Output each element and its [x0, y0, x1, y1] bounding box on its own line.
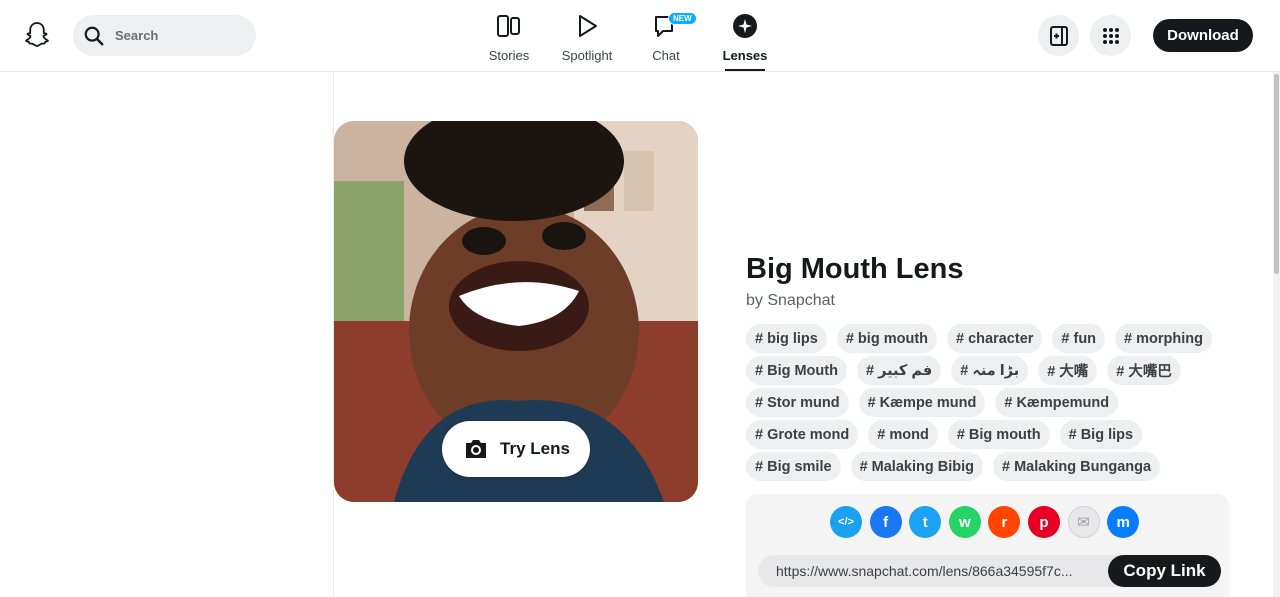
- add-to-chat-button[interactable]: [1038, 15, 1079, 56]
- new-badge: NEW: [668, 12, 697, 25]
- snapchat-logo-icon[interactable]: [22, 20, 52, 50]
- tag[interactable]: # character: [947, 324, 1043, 353]
- grid-icon: [1102, 27, 1119, 44]
- tag[interactable]: # Big Mouth: [746, 356, 847, 385]
- download-button[interactable]: Download: [1153, 19, 1253, 52]
- tag-row: # Big Mouth # فم كبير # بڑا منہ # 大嘴 # 大…: [746, 356, 1246, 385]
- share-link-text: https://www.snapchat.com/lens/866a34595f…: [776, 563, 1073, 579]
- copy-link-button[interactable]: Copy Link: [1108, 555, 1221, 587]
- tag-list: # big lips # big mouth # character # fun…: [746, 324, 1246, 484]
- tag[interactable]: # Kæmpemund: [995, 388, 1119, 417]
- try-lens-label: Try Lens: [500, 439, 570, 458]
- lens-title: Big Mouth Lens: [746, 253, 964, 285]
- camera-icon: [466, 440, 487, 458]
- active-tab-indicator: [725, 69, 765, 71]
- tag-row: # Grote mond # mond # Big mouth # Big li…: [746, 420, 1246, 449]
- tag-row: # Big smile # Malaking Bibig # Malaking …: [746, 452, 1246, 481]
- top-navbar: Search Stories Spotlight NEW Chat Lenses…: [0, 0, 1280, 72]
- share-panel: </> f t w r p ✉ m https://www.snapchat.c…: [746, 494, 1229, 597]
- spotlight-icon: [579, 15, 597, 37]
- tag[interactable]: # Malaking Bunganga: [992, 452, 1161, 481]
- tag[interactable]: # Big lips: [1059, 420, 1143, 449]
- tag[interactable]: # Big mouth: [947, 420, 1050, 449]
- twitter-icon[interactable]: t: [909, 506, 942, 538]
- tag[interactable]: # fun: [1052, 324, 1106, 353]
- nav-chat-label: Chat: [652, 48, 680, 63]
- nav-chat[interactable]: NEW Chat: [626, 12, 706, 70]
- nav-lenses-label: Lenses: [722, 48, 768, 63]
- reddit-icon[interactable]: r: [988, 506, 1021, 538]
- sidebar-toggle-icon: [1049, 25, 1068, 46]
- tag[interactable]: # 大嘴巴: [1107, 356, 1181, 385]
- tag[interactable]: # Stor mund: [746, 388, 849, 417]
- lenses-icon: [733, 14, 757, 38]
- tag-row: # Stor mund # Kæmpe mund # Kæmpemund: [746, 388, 1246, 417]
- email-icon[interactable]: ✉: [1067, 506, 1100, 538]
- tag[interactable]: # big lips: [746, 324, 827, 353]
- tag[interactable]: # فم كبير: [856, 356, 942, 385]
- tag[interactable]: # Malaking Bibig: [850, 452, 983, 481]
- tag[interactable]: # mond: [868, 420, 938, 449]
- nav-spotlight[interactable]: Spotlight: [547, 12, 627, 70]
- scrollbar-thumb[interactable]: [1274, 74, 1279, 274]
- search-bar[interactable]: Search: [73, 15, 256, 56]
- nav-lenses[interactable]: Lenses: [705, 12, 785, 71]
- search-placeholder: Search: [115, 28, 159, 43]
- lens-preview[interactable]: Try Lens: [334, 121, 698, 502]
- share-link-field[interactable]: https://www.snapchat.com/lens/866a34595f…: [758, 555, 1221, 587]
- messenger-icon[interactable]: m: [1107, 506, 1140, 538]
- lens-author[interactable]: by Snapchat: [746, 292, 835, 310]
- nav-spotlight-label: Spotlight: [561, 48, 613, 63]
- tag[interactable]: # Big smile: [746, 452, 841, 481]
- facebook-icon[interactable]: f: [869, 506, 902, 538]
- apps-menu-button[interactable]: [1090, 15, 1131, 56]
- try-lens-button[interactable]: Try Lens: [442, 421, 590, 477]
- pinterest-icon[interactable]: p: [1027, 506, 1060, 538]
- page-scrollbar[interactable]: [1273, 72, 1280, 597]
- share-icons: </> f t w r p ✉ m: [830, 506, 1147, 538]
- nav-stories-label: Stories: [488, 48, 530, 63]
- whatsapp-icon[interactable]: w: [948, 506, 981, 538]
- tag[interactable]: # Kæmpe mund: [858, 388, 986, 417]
- tag[interactable]: # Grote mond: [746, 420, 859, 449]
- tag-row: # big lips # big mouth # character # fun…: [746, 324, 1246, 353]
- tag[interactable]: # big mouth: [836, 324, 938, 353]
- search-icon: [84, 26, 104, 45]
- stories-icon: [497, 15, 520, 37]
- tag[interactable]: # بڑا منہ: [951, 356, 1029, 385]
- embed-icon[interactable]: </>: [830, 506, 862, 538]
- tag[interactable]: # morphing: [1115, 324, 1212, 353]
- tag[interactable]: # 大嘴: [1038, 356, 1098, 385]
- nav-stories[interactable]: Stories: [469, 12, 549, 70]
